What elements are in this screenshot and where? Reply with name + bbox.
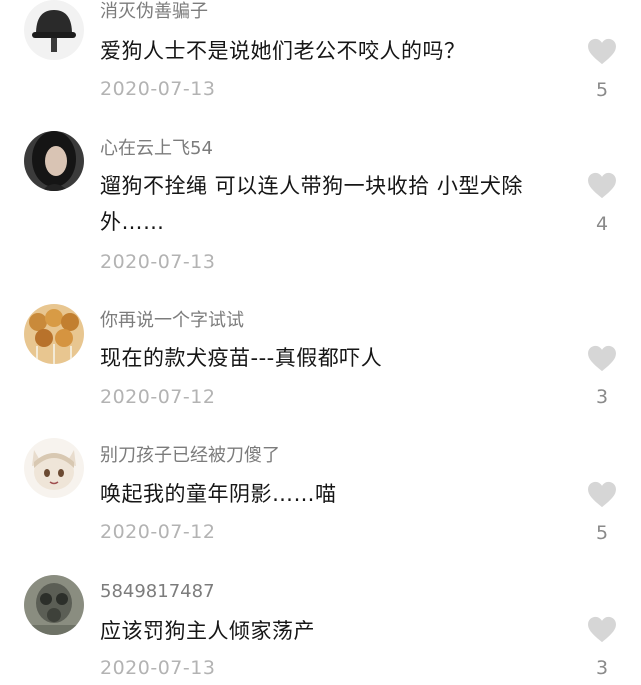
comment-date: 2020-07-12 xyxy=(100,521,216,543)
user-avatar[interactable] xyxy=(24,131,84,191)
comment-text: 遛狗不拴绳 可以连人带狗一块收拾 小型犬除外…… xyxy=(100,174,523,234)
heart-icon xyxy=(588,172,616,199)
comment-date: 2020-07-12 xyxy=(100,386,216,408)
user-avatar[interactable] xyxy=(24,575,84,635)
like-button[interactable]: 4 xyxy=(582,172,622,235)
comment-date: 2020-07-13 xyxy=(100,657,216,679)
username[interactable]: 5849817487 xyxy=(100,580,215,604)
heart-icon xyxy=(588,481,616,508)
username[interactable]: 你再说一个字试试 xyxy=(100,309,244,333)
heart-icon xyxy=(588,38,616,65)
like-button[interactable]: 3 xyxy=(582,345,622,408)
heart-icon xyxy=(588,345,616,372)
like-count: 3 xyxy=(595,657,609,679)
username[interactable]: 消灭伪善骗子 xyxy=(100,0,208,24)
username[interactable]: 心在云上飞54 xyxy=(100,137,213,161)
user-avatar[interactable] xyxy=(24,438,84,498)
dark-hair-avatar-icon xyxy=(24,131,84,191)
like-count: 4 xyxy=(595,213,609,235)
comment-date: 2020-07-13 xyxy=(100,251,216,273)
heart-icon xyxy=(588,616,616,643)
comment-text: 应该罚狗主人倾家荡产 xyxy=(100,619,315,643)
gas-mask-avatar-icon xyxy=(24,575,84,635)
like-count: 3 xyxy=(595,386,609,408)
like-button[interactable]: 5 xyxy=(582,481,622,544)
like-count: 5 xyxy=(595,522,609,544)
user-avatar[interactable] xyxy=(24,304,84,364)
comment-text: 现在的款犬疫苗---真假都吓人 xyxy=(100,346,383,370)
food-skewers-avatar-icon xyxy=(24,304,84,364)
anime-girl-avatar-icon xyxy=(24,438,84,498)
comment-date: 2020-07-13 xyxy=(100,78,216,100)
comment-text: 爱狗人士不是说她们老公不咬人的吗？ xyxy=(100,39,466,63)
comment-text: 唤起我的童年阴影……喵 xyxy=(100,482,337,506)
like-button[interactable]: 3 xyxy=(582,616,622,679)
like-count: 5 xyxy=(595,79,609,101)
like-button[interactable]: 5 xyxy=(582,38,622,101)
user-avatar[interactable] xyxy=(24,0,84,60)
username[interactable]: 别刀孩子已经被刀傻了 xyxy=(100,444,280,468)
helmet-avatar-icon xyxy=(24,0,84,60)
